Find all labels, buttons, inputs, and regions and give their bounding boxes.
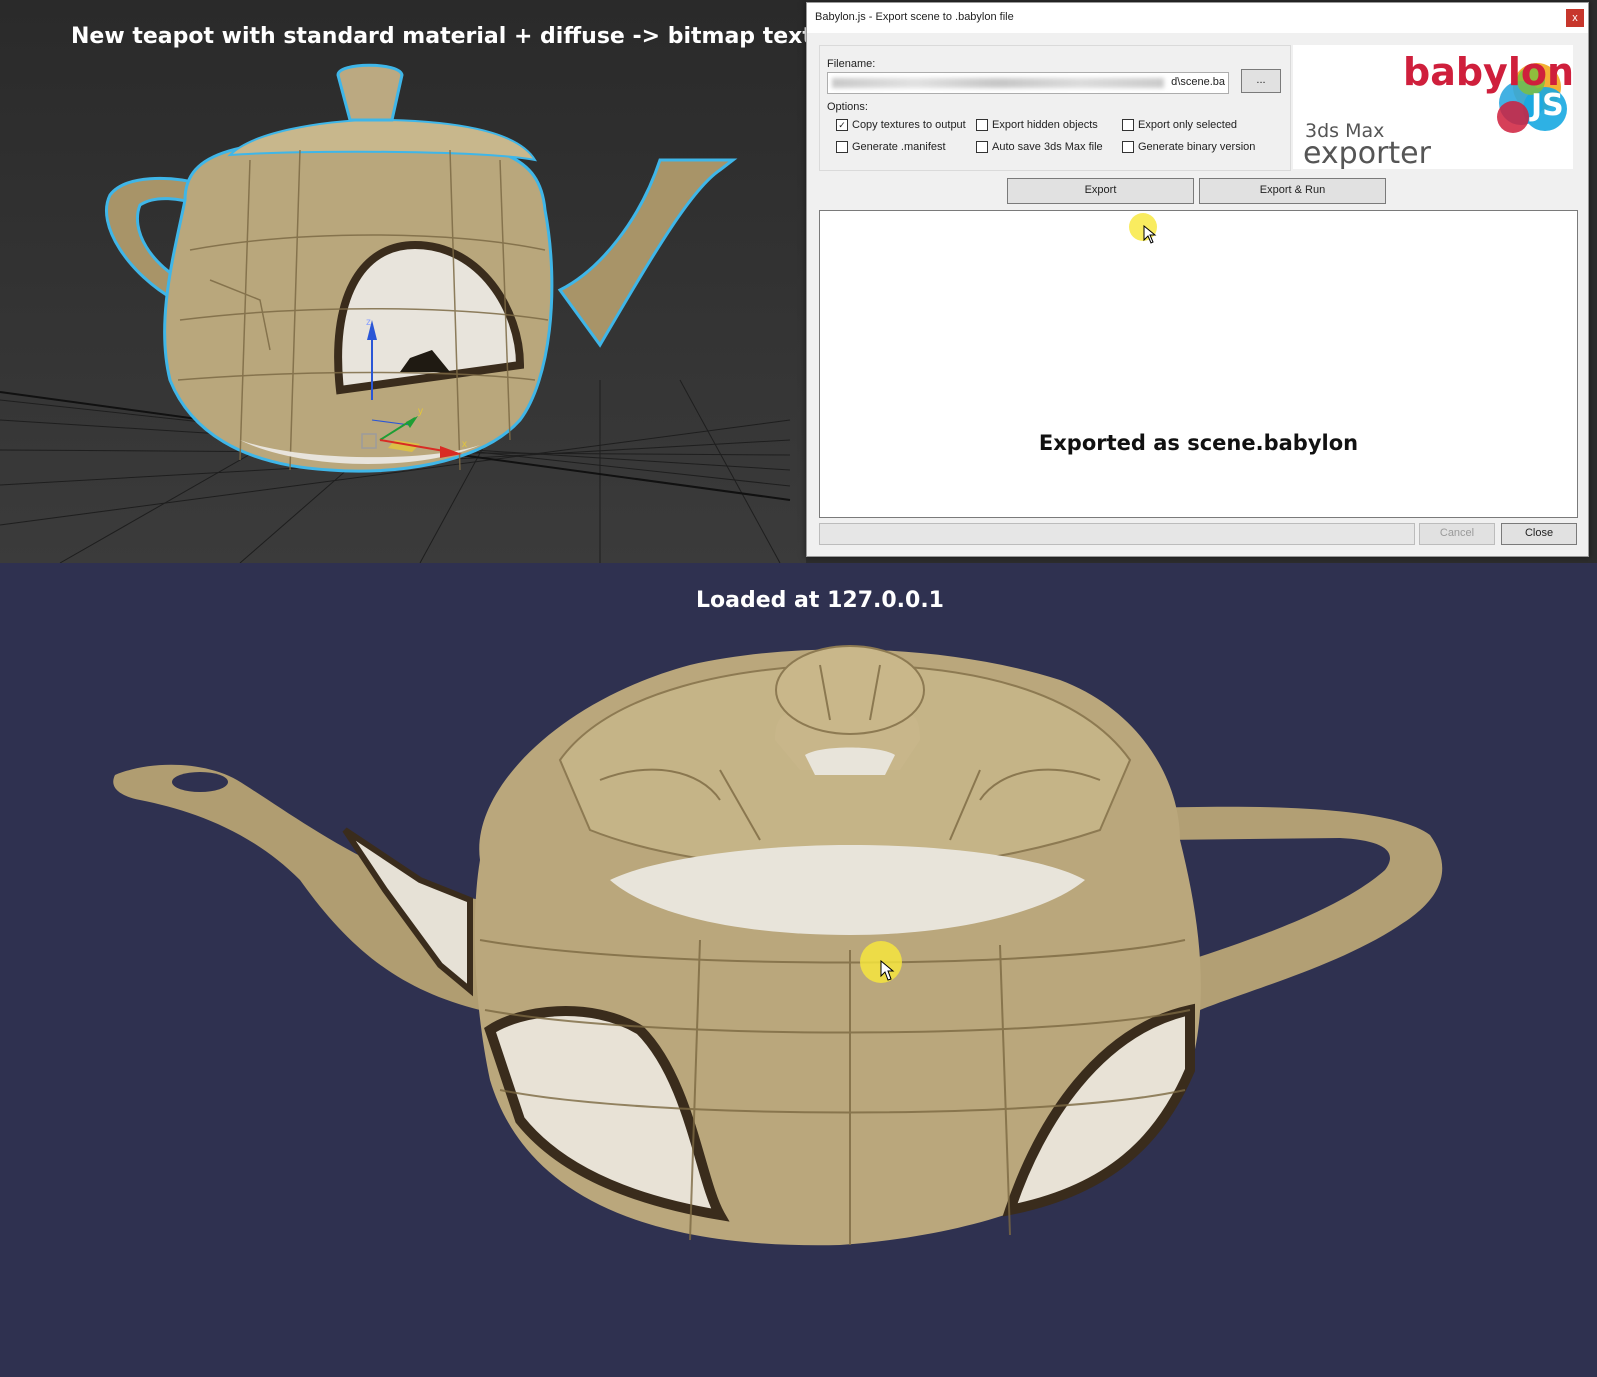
export-button[interactable]: Export xyxy=(1007,178,1194,204)
checkbox-icon[interactable] xyxy=(836,141,848,153)
export-log[interactable]: Exported as scene.babylon xyxy=(819,210,1578,518)
browse-button[interactable]: ... xyxy=(1241,69,1281,93)
options-label: Options: xyxy=(827,101,868,113)
checkbox-icon[interactable] xyxy=(1122,141,1134,153)
checkbox-icon[interactable]: ✓ xyxy=(836,119,848,131)
filename-input[interactable]: d\scene.ba xyxy=(827,72,1229,94)
top-caption: New teapot with standard material + diff… xyxy=(71,24,806,49)
option-generate-manifest[interactable]: Generate .manifest xyxy=(836,141,946,153)
export-progress-bar xyxy=(819,523,1415,545)
filename-value: d\scene.ba xyxy=(1171,76,1225,88)
close-button[interactable]: Close xyxy=(1501,523,1577,545)
logo-brand: babylon xyxy=(1403,50,1573,94)
axis-label-z: z xyxy=(366,317,371,328)
spout-opening xyxy=(172,772,228,792)
dialog-title: Babylon.js - Export scene to .babylon fi… xyxy=(815,11,1014,23)
cancel-button[interactable]: Cancel xyxy=(1419,523,1495,545)
checkbox-icon[interactable] xyxy=(976,141,988,153)
option-label: Copy textures to output xyxy=(852,119,966,131)
export-dialog: Babylon.js - Export scene to .babylon fi… xyxy=(806,2,1589,557)
bottom-caption: Loaded at 127.0.0.1 xyxy=(696,588,944,613)
option-copy-textures[interactable]: ✓ Copy textures to output xyxy=(836,119,966,131)
logo-product-line2: exporter xyxy=(1303,136,1432,169)
top-panel: z y x New teapot with standard material … xyxy=(0,0,1597,563)
close-window-icon[interactable]: x xyxy=(1566,9,1584,27)
logo-circle-red xyxy=(1497,101,1529,133)
dialog-titlebar[interactable]: Babylon.js - Export scene to .babylon fi… xyxy=(807,3,1588,33)
babylon-exporter-logo: JS babylon 3ds Max exporter xyxy=(1293,45,1574,171)
option-label: Auto save 3ds Max file xyxy=(992,141,1103,153)
axis-label-x: x xyxy=(462,439,467,450)
mouse-cursor-icon xyxy=(1143,225,1157,244)
export-run-button[interactable]: Export & Run xyxy=(1199,178,1386,204)
teapot-babylon xyxy=(113,645,1443,1246)
lid-knob xyxy=(775,645,925,735)
3dsmax-viewport[interactable]: z y x New teapot with standard material … xyxy=(0,0,806,563)
mouse-cursor-icon xyxy=(880,960,895,981)
option-auto-save[interactable]: Auto save 3ds Max file xyxy=(976,141,1103,153)
checkbox-icon[interactable] xyxy=(976,119,988,131)
option-binary-version[interactable]: Generate binary version xyxy=(1122,141,1255,153)
lid-knob-stem xyxy=(805,747,895,775)
filename-label: Filename: xyxy=(827,58,876,70)
option-export-hidden[interactable]: Export hidden objects xyxy=(976,119,1098,131)
log-message: Exported as scene.babylon xyxy=(1038,431,1359,455)
babylon-scene-canvas[interactable]: Loaded at 127.0.0.1 xyxy=(0,563,1597,1377)
logo-graphic: JS babylon 3ds Max exporter xyxy=(1303,50,1574,171)
checkbox-icon[interactable] xyxy=(1122,119,1134,131)
option-label: Export only selected xyxy=(1138,119,1238,131)
option-label: Generate binary version xyxy=(1138,141,1256,153)
viewport-scene: z y x xyxy=(0,63,791,563)
option-export-selected[interactable]: Export only selected xyxy=(1122,119,1237,131)
option-label: Generate .manifest xyxy=(852,141,946,153)
option-label: Export hidden objects xyxy=(992,119,1098,131)
axis-label-y: y xyxy=(418,406,423,417)
redacted-path xyxy=(832,78,1164,88)
